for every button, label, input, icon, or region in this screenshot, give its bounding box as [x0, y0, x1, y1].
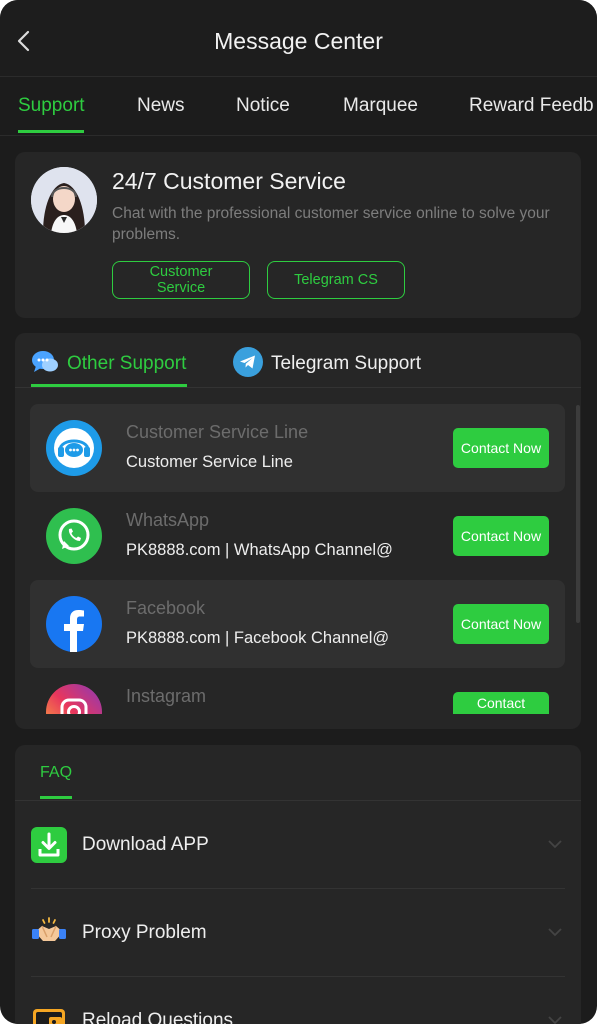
contact-now-button[interactable]: Contact Now [453, 516, 549, 556]
faq-tab-indicator [40, 796, 72, 799]
item-name: Facebook [126, 598, 206, 618]
tab-other-support[interactable]: Other Support [31, 347, 186, 381]
tab-notice[interactable]: Notice [236, 95, 290, 117]
app-screen: Message Center Support News Notice Marqu… [0, 0, 597, 1024]
header-bar: Message Center [0, 0, 597, 77]
faq-item-download-app[interactable]: Download APP [31, 801, 565, 889]
item-name: Customer Service Line [126, 422, 309, 442]
divider [15, 387, 581, 388]
tab-other-support-label: Other Support [67, 353, 187, 374]
item-detail: PK8888.com | WhatsApp Channel@ [126, 541, 393, 559]
contact-now-button[interactable]: Contact Now [453, 428, 549, 468]
customer-service-card: 24/7 Customer Service Chat with the prof… [15, 152, 581, 318]
tab-reward-feedback[interactable]: Reward Feedb [469, 95, 594, 117]
item-detail: Customer Service Line [126, 453, 293, 471]
support-list[interactable]: Customer Service Line Customer Service L… [15, 389, 581, 714]
chevron-down-icon [547, 1012, 563, 1024]
faq-item-label: Proxy Problem [82, 922, 207, 943]
contact-now-button[interactable]: Contact [453, 692, 549, 714]
tab-marquee[interactable]: Marquee [343, 95, 418, 117]
item-name: WhatsApp [126, 510, 210, 530]
faq-item-label: Reload Questions [82, 1010, 234, 1024]
page-title: Message Center [214, 28, 383, 54]
list-item: Customer Service Line Customer Service L… [30, 404, 565, 492]
telegram-cs-button[interactable]: Telegram CS [267, 261, 405, 299]
tab-telegram-support-label: Telegram Support [271, 353, 421, 374]
cs-description: Chat with the professional customer serv… [112, 205, 550, 243]
list-item: WhatsApp PK8888.com | WhatsApp Channel@ … [30, 492, 565, 580]
category-tabs: Support News Notice Marquee Reward Feedb [0, 77, 597, 136]
list-item: Facebook PK8888.com | Facebook Channel@ … [30, 580, 565, 668]
active-tab-indicator [18, 130, 84, 133]
tab-faq[interactable]: FAQ [40, 764, 72, 782]
list-item: Instagram Contact [30, 668, 565, 714]
chevron-down-icon [547, 836, 563, 852]
tab-news[interactable]: News [137, 95, 185, 117]
chevron-down-icon [547, 924, 563, 940]
tab-support[interactable]: Support [18, 95, 85, 117]
faq-item-reload-questions[interactable]: Reload Questions [31, 977, 565, 1024]
wallet-icon [31, 1003, 67, 1024]
instagram-icon [46, 684, 102, 714]
customer-service-button[interactable]: Customer Service [112, 261, 250, 299]
headset-icon [46, 420, 102, 476]
support-card: Other Support Telegram Support Customer … [15, 333, 581, 729]
faq-card: FAQ Download APP Proxy Problem Reload Qu… [15, 745, 581, 1024]
item-name: Instagram [126, 686, 207, 706]
download-icon [31, 827, 67, 863]
tab-telegram-support[interactable]: Telegram Support [233, 346, 421, 382]
faq-item-proxy-problem[interactable]: Proxy Problem [31, 889, 565, 977]
handshake-icon [31, 915, 67, 951]
cs-title: 24/7 Customer Service [112, 168, 346, 194]
whatsapp-icon [46, 508, 102, 564]
facebook-icon [46, 596, 102, 652]
faq-item-label: Download APP [82, 834, 209, 855]
list-scrollbar[interactable] [576, 405, 580, 623]
contact-now-button[interactable]: Contact Now [453, 604, 549, 644]
chat-bubbles-icon [31, 349, 59, 380]
item-detail: PK8888.com | Facebook Channel@ [126, 629, 390, 647]
telegram-icon [233, 346, 263, 382]
agent-avatar [31, 167, 97, 233]
